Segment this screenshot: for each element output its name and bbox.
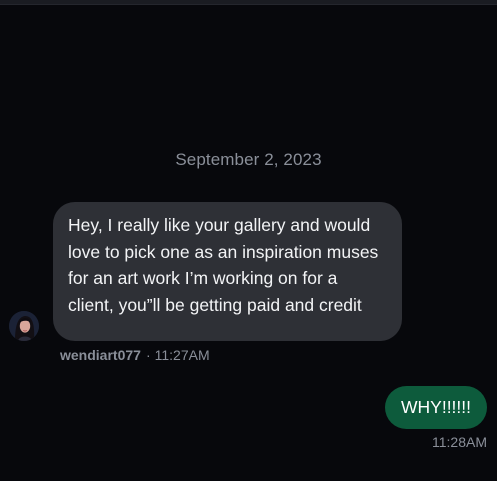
outgoing-message-time: 11:28AM (432, 434, 487, 450)
chat-screen: September 2, 2023 Hey, I really like you… (0, 0, 497, 481)
top-divider (0, 0, 497, 5)
date-separator: September 2, 2023 (175, 150, 322, 169)
incoming-message-meta: wendiart077 · 11:27AM (60, 347, 210, 363)
sender-avatar[interactable] (9, 311, 39, 341)
incoming-message-time: 11:27AM (154, 347, 210, 363)
outgoing-message-bubble[interactable]: WHY!!!!!! (385, 386, 487, 429)
meta-separator: · (145, 347, 151, 363)
avatar-photo-icon (9, 311, 39, 341)
sender-username[interactable]: wendiart077 (60, 347, 141, 363)
incoming-message-bubble[interactable]: Hey, I really like your gallery and woul… (53, 202, 402, 341)
